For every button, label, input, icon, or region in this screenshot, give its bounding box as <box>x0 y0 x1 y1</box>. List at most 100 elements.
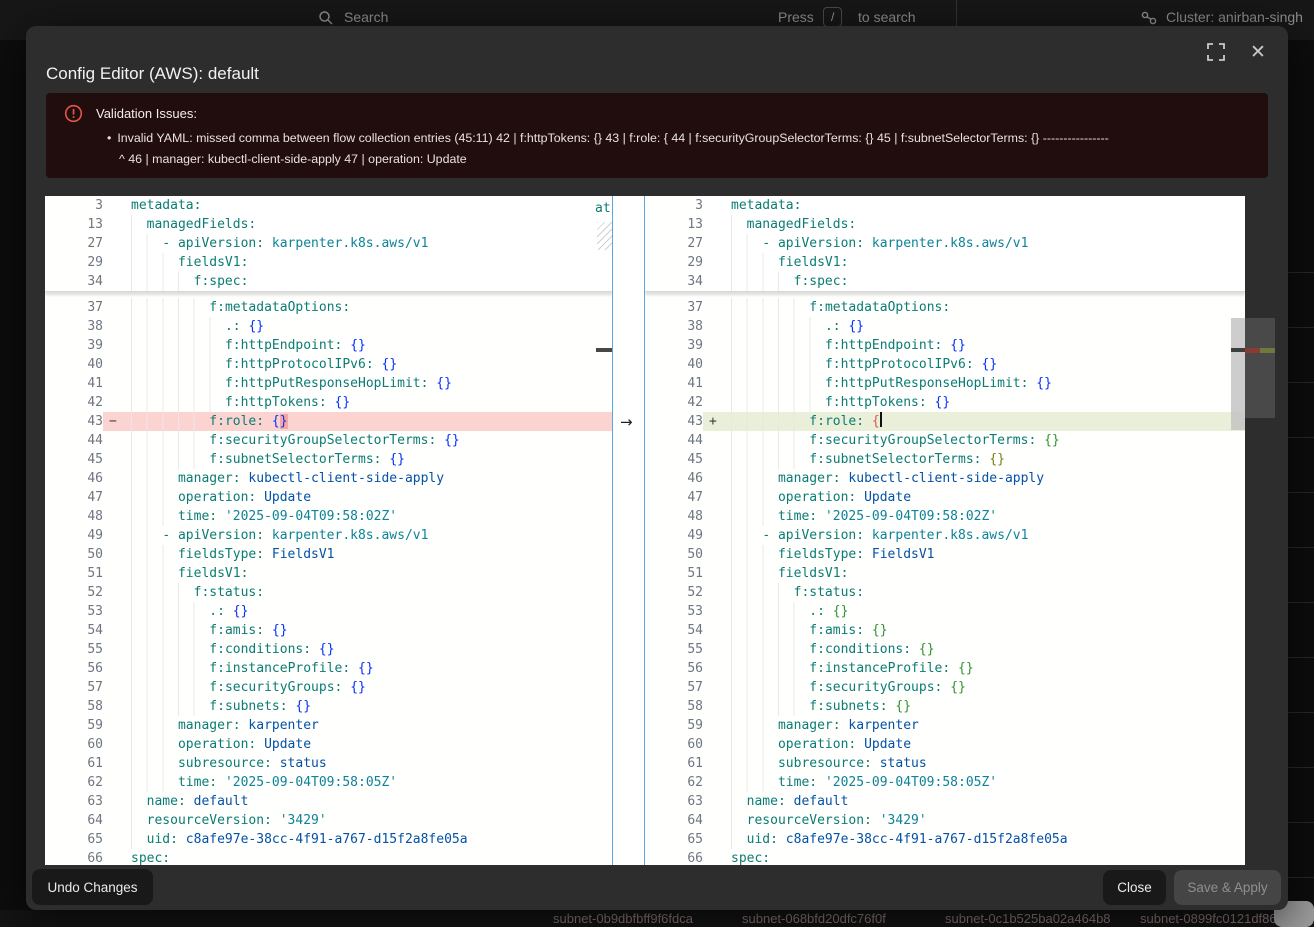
bullet: • <box>107 131 111 145</box>
background-table-row: subnet-0b9dbfbff9f6fdca subnet-068bfd20d… <box>0 910 1314 927</box>
validation-message: •Invalid YAML: missed comma between flow… <box>107 128 1267 170</box>
code-line-49[interactable]: 49- apiVersion: karpenter.k8s.aws/v1 <box>45 526 612 545</box>
code-line-56[interactable]: 56f:instanceProfile: {} <box>645 659 1245 678</box>
code-line-54[interactable]: 54f:amis: {} <box>45 621 612 640</box>
code-line-29[interactable]: 29fieldsV1: <box>645 253 1245 272</box>
code-line-65[interactable]: 65uid: c8afe97e-38cc-4f91-a767-d15f2a8fe… <box>45 830 612 849</box>
overview-viewport[interactable] <box>1245 318 1275 418</box>
undo-changes-button[interactable]: Undo Changes <box>32 869 153 905</box>
code-line-29[interactable]: 29fieldsV1: <box>45 253 612 272</box>
code-line-55[interactable]: 55f:conditions: {} <box>45 640 612 659</box>
code-line-64[interactable]: 64resourceVersion: '3429' <box>645 811 1245 830</box>
code-line-38[interactable]: 38.: {} <box>645 317 1245 336</box>
hidden-region-hatch <box>597 222 612 250</box>
modified-code[interactable]: 37f:metadataOptions:38.: {}39f:httpEndpo… <box>645 292 1245 865</box>
code-line-3[interactable]: 3metadata: <box>645 196 1245 215</box>
code-line-62[interactable]: 62time: '2025-09-04T09:58:05Z' <box>45 773 612 792</box>
code-line-49[interactable]: 49- apiVersion: karpenter.k8s.aws/v1 <box>645 526 1245 545</box>
code-line-47[interactable]: 47operation: Update <box>45 488 612 507</box>
code-line-44[interactable]: 44f:securityGroupSelectorTerms: {} <box>45 431 612 450</box>
code-line-3[interactable]: 3metadata: <box>45 196 612 215</box>
code-line-37[interactable]: 37f:metadataOptions: <box>645 298 1245 317</box>
original-code[interactable]: 37f:metadataOptions:38.: {}39f:httpEndpo… <box>45 292 612 865</box>
code-line-53[interactable]: 53.: {} <box>45 602 612 621</box>
vertical-scrollbar[interactable] <box>1231 318 1245 430</box>
code-line-45[interactable]: 45f:subnetSelectorTerms: {} <box>645 450 1245 469</box>
code-line-63[interactable]: 63name: default <box>645 792 1245 811</box>
code-line-43[interactable]: 43−f:role: {} <box>45 412 612 431</box>
code-line-60[interactable]: 60operation: Update <box>645 735 1245 754</box>
code-line-52[interactable]: 52f:status: <box>45 583 612 602</box>
code-line-60[interactable]: 60operation: Update <box>45 735 612 754</box>
code-line-66[interactable]: 66spec: <box>45 849 612 865</box>
code-line-38[interactable]: 38.: {} <box>45 317 612 336</box>
code-line-46[interactable]: 46manager: kubectl-client-side-apply <box>45 469 612 488</box>
code-line-59[interactable]: 59manager: karpenter <box>645 716 1245 735</box>
revert-arrow-icon[interactable]: → <box>620 413 633 431</box>
code-line-44[interactable]: 44f:securityGroupSelectorTerms: {} <box>645 431 1245 450</box>
close-icon[interactable]: ✕ <box>1247 42 1269 64</box>
code-line-41[interactable]: 41f:httpPutResponseHopLimit: {} <box>645 374 1245 393</box>
code-line-43[interactable]: 43+f:role: { <box>645 412 1245 431</box>
code-line-54[interactable]: 54f:amis: {} <box>645 621 1245 640</box>
code-line-40[interactable]: 40f:httpProtocolIPv6: {} <box>645 355 1245 374</box>
code-line-57[interactable]: 57f:securityGroups: {} <box>645 678 1245 697</box>
code-line-48[interactable]: 48time: '2025-09-04T09:58:02Z' <box>45 507 612 526</box>
code-line-48[interactable]: 48time: '2025-09-04T09:58:02Z' <box>645 507 1245 526</box>
code-line-61[interactable]: 61subresource: status <box>45 754 612 773</box>
code-line-64[interactable]: 64resourceVersion: '3429' <box>45 811 612 830</box>
diff-overview-ruler[interactable] <box>1245 196 1275 865</box>
code-line-62[interactable]: 62time: '2025-09-04T09:58:05Z' <box>645 773 1245 792</box>
code-line-47[interactable]: 47operation: Update <box>645 488 1245 507</box>
code-line-34[interactable]: 34f:spec: <box>645 272 1245 291</box>
close-button[interactable]: Close <box>1103 870 1166 905</box>
code-line-61[interactable]: 61subresource: status <box>645 754 1245 773</box>
code-line-41[interactable]: 41f:httpPutResponseHopLimit: {} <box>45 374 612 393</box>
code-line-13[interactable]: 13managedFields: <box>45 215 612 234</box>
search-icon <box>318 10 334 26</box>
cluster-chooser[interactable]: Cluster: anirban-singh <box>1166 7 1303 27</box>
code-line-51[interactable]: 51fieldsV1: <box>45 564 612 583</box>
code-line-45[interactable]: 45f:subnetSelectorTerms: {} <box>45 450 612 469</box>
search-input[interactable]: Search <box>344 7 388 27</box>
code-line-27[interactable]: 27- apiVersion: karpenter.k8s.aws/v1 <box>45 234 612 253</box>
original-editor[interactable]: 3metadata:13managedFields:27- apiVersion… <box>45 196 612 865</box>
code-line-51[interactable]: 51fieldsV1: <box>645 564 1245 583</box>
validation-heading: Validation Issues: <box>96 106 197 121</box>
fullscreen-icon[interactable] <box>1206 42 1228 64</box>
clipped-text-fragment: at <box>595 199 611 218</box>
subnet-cell: subnet-0c1b525ba02a464b8 <box>945 911 1111 926</box>
modified-editor[interactable]: 3metadata:13managedFields:27- apiVersion… <box>645 196 1245 865</box>
code-line-40[interactable]: 40f:httpProtocolIPv6: {} <box>45 355 612 374</box>
diff-sash[interactable]: → <box>612 196 645 865</box>
code-line-39[interactable]: 39f:httpEndpoint: {} <box>45 336 612 355</box>
to-search-label: to search <box>858 7 916 27</box>
validation-banner: Validation Issues: •Invalid YAML: missed… <box>46 93 1268 178</box>
config-editor-dialog: Config Editor (AWS): default ✕ Validatio… <box>26 26 1288 910</box>
code-line-37[interactable]: 37f:metadataOptions: <box>45 298 612 317</box>
code-line-58[interactable]: 58f:subnets: {} <box>45 697 612 716</box>
code-line-66[interactable]: 66spec: <box>645 849 1245 865</box>
code-line-46[interactable]: 46manager: kubectl-client-side-apply <box>645 469 1245 488</box>
code-line-50[interactable]: 50fieldsType: FieldsV1 <box>645 545 1245 564</box>
code-line-55[interactable]: 55f:conditions: {} <box>645 640 1245 659</box>
code-line-56[interactable]: 56f:instanceProfile: {} <box>45 659 612 678</box>
overview-mark <box>596 348 612 352</box>
code-line-52[interactable]: 52f:status: <box>645 583 1245 602</box>
code-line-59[interactable]: 59manager: karpenter <box>45 716 612 735</box>
code-line-13[interactable]: 13managedFields: <box>645 215 1245 234</box>
code-line-63[interactable]: 63name: default <box>45 792 612 811</box>
code-line-42[interactable]: 42f:httpTokens: {} <box>645 393 1245 412</box>
code-line-53[interactable]: 53.: {} <box>645 602 1245 621</box>
code-line-34[interactable]: 34f:spec: <box>45 272 612 291</box>
code-line-42[interactable]: 42f:httpTokens: {} <box>45 393 612 412</box>
save-apply-button[interactable]: Save & Apply <box>1174 870 1281 905</box>
code-line-27[interactable]: 27- apiVersion: karpenter.k8s.aws/v1 <box>645 234 1245 253</box>
scrollbar-diff-mark <box>1231 348 1245 352</box>
code-line-39[interactable]: 39f:httpEndpoint: {} <box>645 336 1245 355</box>
code-line-58[interactable]: 58f:subnets: {} <box>645 697 1245 716</box>
code-line-50[interactable]: 50fieldsType: FieldsV1 <box>45 545 612 564</box>
dialog-title: Config Editor (AWS): default <box>46 64 259 84</box>
code-line-65[interactable]: 65uid: c8afe97e-38cc-4f91-a767-d15f2a8fe… <box>645 830 1245 849</box>
code-line-57[interactable]: 57f:securityGroups: {} <box>45 678 612 697</box>
